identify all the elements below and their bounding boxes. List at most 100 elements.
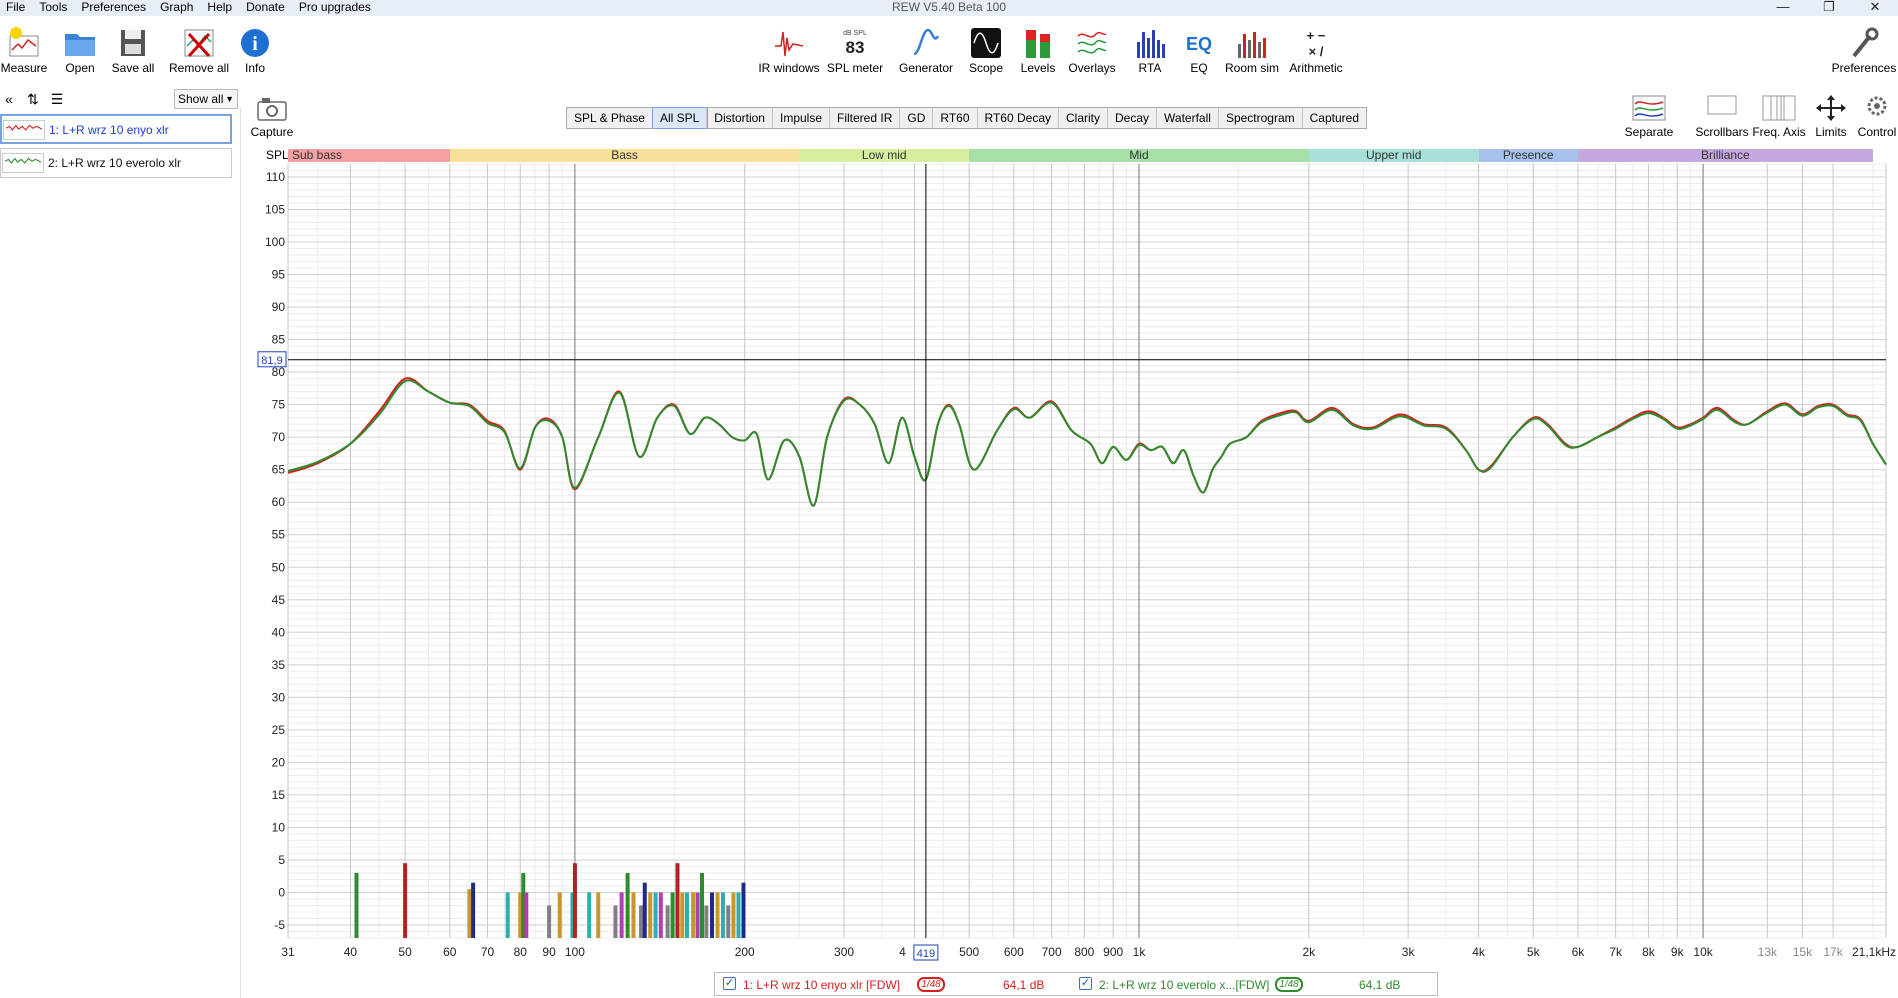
x-tick-label: 50 <box>398 945 412 959</box>
legend-checkbox-2[interactable]: ✓ <box>1079 977 1092 990</box>
svg-text:× /: × / <box>1309 44 1324 59</box>
menu-file[interactable]: File <box>0 0 33 16</box>
menu-preferences[interactable]: Preferences <box>75 0 154 16</box>
tab-decay[interactable]: Decay <box>1108 108 1158 128</box>
arithmetic-button[interactable]: + − × / Arithmetic <box>1278 24 1354 80</box>
show-all-dropdown[interactable]: Show all ▼ <box>174 89 238 109</box>
x-tick-label: 3k <box>1402 945 1416 959</box>
distortion-bar <box>720 892 725 938</box>
preferences-button[interactable]: Preferences <box>1826 24 1898 80</box>
tab-filtered-ir[interactable]: Filtered IR <box>830 108 901 128</box>
y-tick-label: 0 <box>278 885 285 899</box>
tab-gd[interactable]: GD <box>900 108 934 128</box>
save-all-icon <box>121 30 145 56</box>
tab-rt60[interactable]: RT60 <box>933 108 978 128</box>
x-tick-label: 17k <box>1823 945 1843 959</box>
separate-button[interactable]: Separate <box>1612 94 1686 140</box>
distortion-bar <box>471 882 476 938</box>
restore-icon[interactable]: ❐ <box>1806 0 1852 16</box>
distortion-bar <box>653 892 658 938</box>
distortion-bar <box>596 892 601 938</box>
legend-smoothing-1[interactable]: 1/48 <box>917 977 945 992</box>
x-tick-label: 13k <box>1758 945 1778 959</box>
y-tick-label: 80 <box>272 365 286 379</box>
band-bass: Bass <box>449 149 800 162</box>
spl-meter-button[interactable]: dB SPL 83 SPL meter <box>817 24 893 80</box>
menu-pro-upgrades[interactable]: Pro upgrades <box>293 0 379 16</box>
info-icon: i <box>241 29 269 57</box>
legend-smoothing-2[interactable]: 1/48 <box>1275 977 1303 992</box>
minimize-icon[interactable]: — <box>1760 0 1806 16</box>
legend-name-1: 1: L+R wrz 10 enyo xlr [FDW] <box>743 978 901 992</box>
y-tick-label: 105 <box>265 203 285 217</box>
menu-help[interactable]: Help <box>201 0 240 16</box>
series-line-2 <box>287 379 1887 507</box>
x-tick-label: 2k <box>1302 945 1316 959</box>
y-tick-label: 85 <box>272 333 286 347</box>
measurement-thumbnail-2 <box>2 153 44 173</box>
tab-clarity[interactable]: Clarity <box>1059 108 1109 128</box>
sort-icon[interactable]: ⇅ <box>24 91 42 108</box>
list-menu-icon[interactable]: ☰ <box>48 91 66 108</box>
y-tick-label: 20 <box>272 755 286 769</box>
distortion-bar <box>467 889 472 938</box>
x-tick-label: 80 <box>514 945 528 959</box>
distortion-bar <box>675 863 680 938</box>
distortion-bar <box>648 892 653 938</box>
panel-divider <box>240 108 241 998</box>
distortion-bar <box>731 892 736 938</box>
generator-icon <box>913 28 940 56</box>
menu-donate[interactable]: Donate <box>240 0 293 16</box>
close-icon[interactable]: ✕ <box>1852 0 1898 16</box>
camera-icon <box>257 98 287 121</box>
capture-button[interactable]: Capture <box>235 94 309 140</box>
cursor-x-readout: 419 <box>917 948 935 960</box>
tab-rt60-decay[interactable]: RT60 Decay <box>978 108 1059 128</box>
scrollbars-icon <box>1707 95 1737 115</box>
y-tick-label: 70 <box>272 430 286 444</box>
x-tick-label: 1k <box>1133 945 1147 959</box>
legend-checkbox-1[interactable]: ✓ <box>723 977 736 990</box>
band-upper-mid: Upper mid <box>1308 149 1479 162</box>
save-all-button[interactable]: Save all <box>95 24 171 80</box>
tab-spl-phase[interactable]: SPL & Phase <box>567 108 653 128</box>
x-tick-label: 4 <box>899 945 906 959</box>
collapse-icon[interactable]: « <box>0 91 18 107</box>
x-tick-label: 7k <box>1609 945 1623 959</box>
control-icon <box>1867 96 1887 116</box>
overlays-icon <box>1077 31 1107 54</box>
tab-waterfall[interactable]: Waterfall <box>1157 108 1219 128</box>
measure-icon <box>9 27 39 57</box>
menu-graph[interactable]: Graph <box>154 0 201 16</box>
measurement-list-tools: « ⇅ ☰ <box>0 90 66 108</box>
graph-tabs: SPL & Phase All SPL Distortion Impulse F… <box>566 107 1368 129</box>
measurement-item-1[interactable]: 1: L+R wrz 10 enyo xlr <box>0 114 232 144</box>
arithmetic-label: Arithmetic <box>1289 61 1343 75</box>
ir-windows-button[interactable]: IR windows <box>751 24 827 80</box>
y-tick-label: 65 <box>272 463 286 477</box>
distortion-bar <box>642 882 647 938</box>
tab-captured[interactable]: Captured <box>1303 108 1366 128</box>
tab-distortion[interactable]: Distortion <box>707 108 773 128</box>
tab-all-spl[interactable]: All SPL <box>651 107 709 129</box>
distortion-bar <box>726 905 731 938</box>
x-tick-label: 5k <box>1527 945 1541 959</box>
tab-impulse[interactable]: Impulse <box>773 108 831 128</box>
x-tick-label: 10k <box>1693 945 1713 959</box>
menu-tools[interactable]: Tools <box>33 0 75 16</box>
distortion-bar <box>587 892 592 938</box>
tab-spectrogram[interactable]: Spectrogram <box>1219 108 1303 128</box>
y-tick-label: -5 <box>274 918 285 932</box>
control-button[interactable]: Control <box>1840 94 1898 140</box>
info-button[interactable]: i Info <box>217 24 293 80</box>
svg-text:EQ: EQ <box>1186 34 1212 54</box>
band-sub-bass: Sub bass <box>288 149 450 162</box>
distortion-bar <box>505 892 510 938</box>
remove-all-icon <box>184 29 214 58</box>
ir-windows-label: IR windows <box>758 61 820 75</box>
y-tick-label: 95 <box>272 268 286 282</box>
measurement-item-2[interactable]: 2: L+R wrz 10 everolo xlr <box>0 148 232 178</box>
y-tick-label: 5 <box>278 853 285 867</box>
y-tick-label: 35 <box>272 658 286 672</box>
x-tick-labels: 31 40 50 60 70 80 90 100 200 300 4 500 600 700 800 900 1… <box>281 945 1896 959</box>
